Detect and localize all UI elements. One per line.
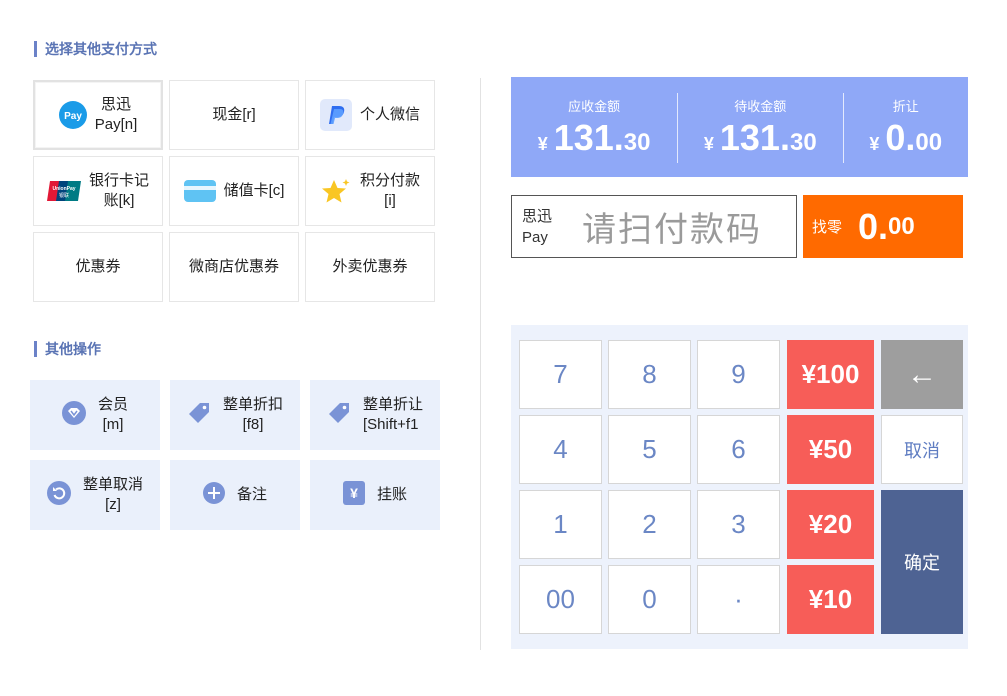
quick-amount-50-button[interactable]: ¥50 xyxy=(787,415,874,484)
panel-divider xyxy=(480,78,481,650)
pay-icon: Pay xyxy=(58,101,87,129)
amount-summary: 应收金额 ¥131. 30 待收金额 ¥131. 30 折让 ¥0. 00 xyxy=(511,77,968,177)
pay-method-label: 储值卡[c] xyxy=(223,182,285,199)
scan-code-input[interactable]: 思迅 Pay 请扫付款码 xyxy=(511,195,797,258)
op-label: 整单折让 [Shift+f1 xyxy=(362,396,423,433)
pay-method-bank-card[interactable]: UnionPay 银联 银行卡记 账[k] xyxy=(33,156,163,226)
order-discount-button[interactable]: 整单折扣 [f8] xyxy=(170,380,300,450)
key-decimal-point[interactable]: · xyxy=(697,565,780,634)
pay-method-label: 微商店优惠券 xyxy=(188,258,279,275)
discount-value: ¥0. 00 xyxy=(869,116,943,158)
quick-amount-10-button[interactable]: ¥10 xyxy=(787,565,874,634)
pay-method-label: 优惠券 xyxy=(75,258,121,275)
change-caption: 找零 xyxy=(812,219,843,236)
paypal-icon xyxy=(319,99,352,131)
discount-caption: 折让 xyxy=(892,98,919,114)
plus-circle-icon xyxy=(202,482,225,508)
key-00[interactable]: 00 xyxy=(519,565,602,634)
pay-method-label: 现金[r] xyxy=(212,106,256,123)
pay-method-stored-value-card[interactable]: 储值卡[c] xyxy=(169,156,299,226)
numeric-keypad: 7 8 9 ¥100 ← 4 5 6 ¥50 取消 1 2 3 ¥20 确定 0… xyxy=(511,325,968,649)
op-label: 备注 xyxy=(236,486,267,503)
scan-brand-label: 思迅 Pay xyxy=(522,207,553,246)
change-dec: 00 xyxy=(888,212,915,240)
pending-caption: 待收金额 xyxy=(734,98,787,114)
pay-method-sixun-pay[interactable]: Pay 思迅 Pay[n] xyxy=(33,80,163,150)
key-9[interactable]: 9 xyxy=(697,340,780,409)
pay-method-coupon[interactable]: 优惠券 xyxy=(33,232,163,302)
member-diamond-icon xyxy=(61,401,86,429)
op-label: 整单折扣 [f8] xyxy=(222,396,283,433)
pay-method-label: 银行卡记 账[k] xyxy=(88,172,149,209)
change-display: 找零 0. 00 xyxy=(803,195,963,258)
backspace-button[interactable]: ← xyxy=(881,340,963,409)
op-label: 挂账 xyxy=(376,486,407,503)
key-0[interactable]: 0 xyxy=(608,565,691,634)
key-3[interactable]: 3 xyxy=(697,490,780,559)
receivable-amount: 应收金额 ¥131. 30 xyxy=(511,77,677,177)
pay-method-label: 积分付款 [i] xyxy=(359,172,420,209)
receivable-value: ¥131. 30 xyxy=(537,116,651,158)
pending-value: ¥131. 30 xyxy=(703,116,817,158)
key-5[interactable]: 5 xyxy=(608,415,691,484)
pay-method-label: 思迅 Pay[n] xyxy=(94,96,138,133)
scan-placeholder: 请扫付款码 xyxy=(582,211,762,249)
key-1[interactable]: 1 xyxy=(519,490,602,559)
key-2[interactable]: 2 xyxy=(608,490,691,559)
pay-method-points[interactable]: 积分付款 [i] xyxy=(305,156,435,226)
pay-method-takeout-coupon[interactable]: 外卖优惠券 xyxy=(305,232,435,302)
unionpay-icon: UnionPay 银联 xyxy=(46,180,81,202)
pending-amount: 待收金额 ¥131. 30 xyxy=(677,77,843,177)
star-icon xyxy=(320,175,352,207)
op-label: 整单取消 [z] xyxy=(82,476,143,513)
credit-account-button[interactable]: ¥ 挂账 xyxy=(310,460,440,530)
pay-method-personal-wechat[interactable]: 个人微信 xyxy=(305,80,435,150)
svg-text:银联: 银联 xyxy=(59,192,69,199)
member-button[interactable]: 会员 [m] xyxy=(30,380,160,450)
quick-amount-100-button[interactable]: ¥100 xyxy=(787,340,874,409)
key-4[interactable]: 4 xyxy=(519,415,602,484)
pay-method-label: 外卖优惠券 xyxy=(332,258,408,275)
key-6[interactable]: 6 xyxy=(697,415,780,484)
pay-method-label: 个人微信 xyxy=(359,106,420,123)
key-8[interactable]: 8 xyxy=(608,340,691,409)
key-7[interactable]: 7 xyxy=(519,340,602,409)
quick-amount-20-button[interactable]: ¥20 xyxy=(787,490,874,559)
yen-doc-icon: ¥ xyxy=(342,481,365,509)
undo-icon xyxy=(46,481,71,509)
section-title-payment: 选择其他支付方式 xyxy=(34,41,157,57)
receivable-caption: 应收金额 xyxy=(568,98,621,114)
order-allowance-button[interactable]: 整单折让 [Shift+f1 xyxy=(310,380,440,450)
pay-method-microshop-coupon[interactable]: 微商店优惠券 xyxy=(169,232,299,302)
change-int: 0. xyxy=(858,205,889,247)
pay-method-cash[interactable]: 现金[r] xyxy=(169,80,299,150)
card-icon xyxy=(183,180,216,202)
svg-text:¥: ¥ xyxy=(350,485,358,501)
order-cancel-button[interactable]: 整单取消 [z] xyxy=(30,460,160,530)
tag-icon xyxy=(327,401,351,429)
remark-button[interactable]: 备注 xyxy=(170,460,300,530)
op-label: 会员 [m] xyxy=(97,396,128,433)
cancel-button[interactable]: 取消 xyxy=(881,415,963,484)
confirm-button[interactable]: 确定 xyxy=(881,490,963,634)
discount-amount: 折让 ¥0. 00 xyxy=(843,77,968,177)
tag-icon xyxy=(187,401,211,429)
section-title-operations: 其他操作 xyxy=(34,341,101,357)
svg-text:UnionPay: UnionPay xyxy=(52,186,75,192)
svg-text:Pay: Pay xyxy=(64,111,82,122)
